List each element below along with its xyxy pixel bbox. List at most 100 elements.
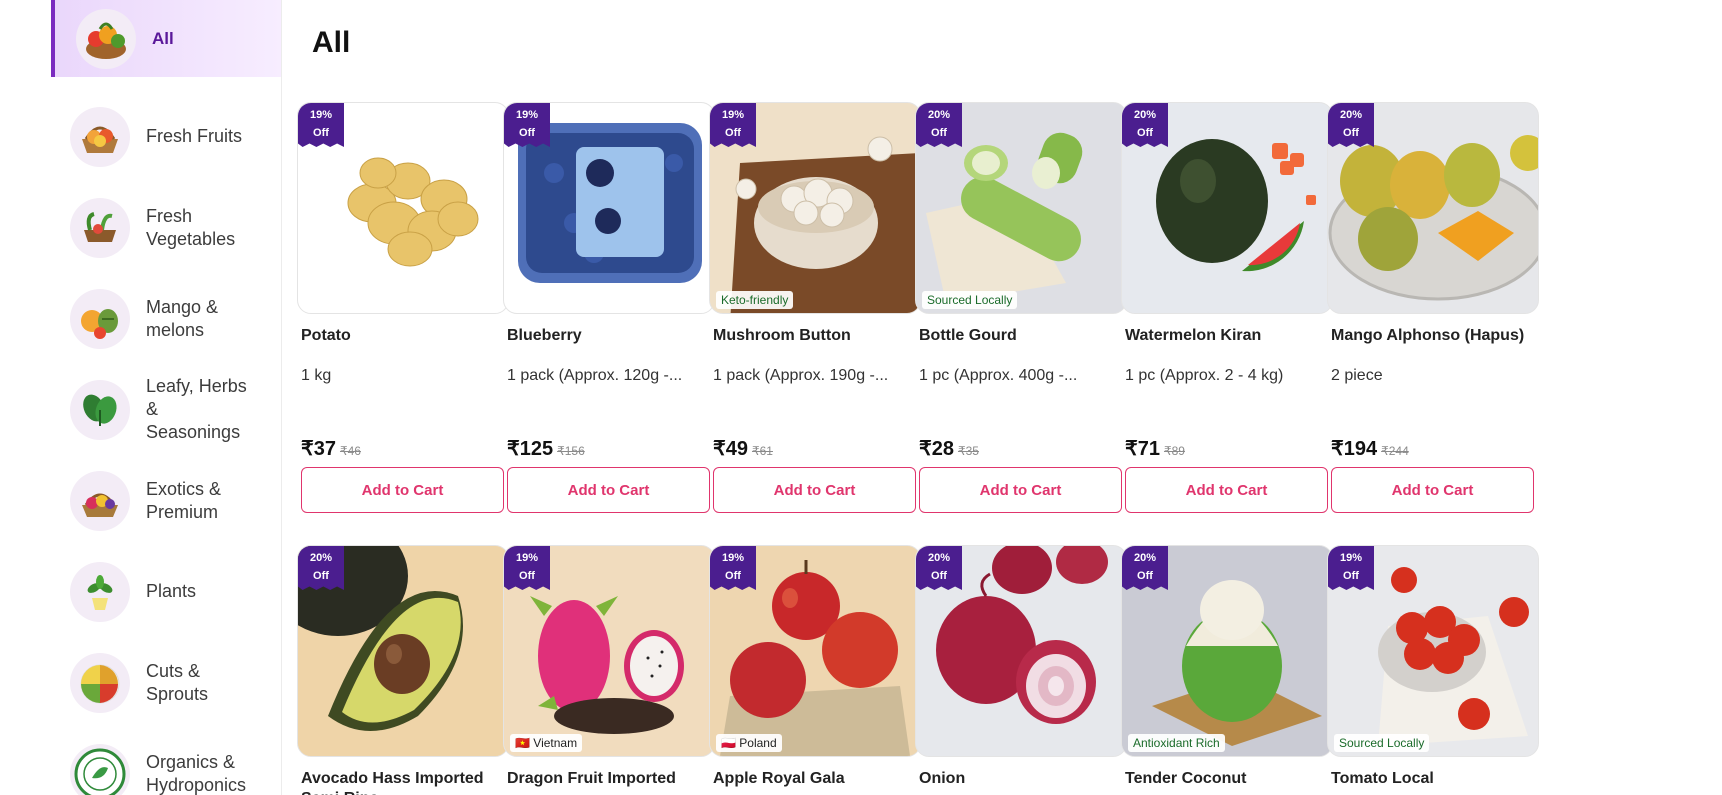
sidebar-item-label: Exotics & Premium: [146, 478, 222, 522]
product-name: Mushroom Button: [713, 327, 851, 344]
product-listing-page: All Fresh Fruits Fresh Vegetables Mango …: [0, 0, 1722, 795]
product-name: Blueberry: [507, 327, 582, 344]
product-tag: Antioxidant Rich: [1128, 734, 1225, 752]
category-sidebar: All Fresh Fruits Fresh Vegetables Mango …: [51, 0, 282, 795]
product-image[interactable]: 20% Off: [1121, 102, 1333, 314]
product-card[interactable]: 20%Off Avocado Hass Imported Semi Ripe: [297, 545, 509, 795]
product-price: ₹125 ₹156: [507, 438, 585, 460]
sidebar-item-fresh-vegetables[interactable]: Fresh Vegetables: [51, 182, 281, 273]
product-mrp: ₹156: [557, 444, 585, 458]
sidebar-item-organics[interactable]: Organics & Hydroponics: [51, 728, 281, 795]
product-image[interactable]: 19% Off: [503, 102, 715, 314]
product-tag: Sourced Locally: [922, 291, 1018, 309]
organic-seal-icon: [70, 743, 130, 795]
discount-badge: 20% Off: [916, 103, 962, 147]
product-mrp: ₹46: [339, 444, 361, 458]
discount-badge: 19% Off: [504, 103, 550, 147]
product-name: Dragon Fruit Imported: [507, 770, 676, 787]
discount-badge: 19% Off: [504, 546, 550, 590]
discount-badge: 20% Off: [298, 546, 344, 590]
product-name: Mango Alphonso (Hapus): [1331, 327, 1525, 344]
product-image[interactable]: 20% Off Antioxidant Rich: [1121, 545, 1333, 757]
add-to-cart-button[interactable]: Add to Cart: [1125, 467, 1328, 513]
sidebar-item-exotics-premium[interactable]: Exotics & Premium: [51, 455, 281, 546]
add-to-cart-button[interactable]: Add to Cart: [301, 467, 504, 513]
sidebar-item-all[interactable]: All: [51, 0, 281, 77]
product-card[interactable]: 19% Off Blueberry 1 pack (Approx. 120g -.…: [503, 102, 715, 513]
fruit-basket-icon: [70, 106, 130, 167]
product-quantity: 1 pack (Approx. 120g -...: [507, 367, 683, 384]
add-to-cart-button[interactable]: Add to Cart: [1331, 467, 1534, 513]
product-mrp: ₹35: [957, 444, 979, 458]
vegetables-icon: [70, 197, 130, 258]
sidebar-item-label: Cuts & Sprouts: [146, 660, 209, 704]
product-quantity: 1 kg: [301, 367, 332, 384]
potted-plant-icon: [70, 561, 130, 622]
sidebar-item-label: Fresh Fruits: [146, 126, 243, 146]
product-card[interactable]: 20% Off Sourced Locally Bottle Gourd 1 pc…: [915, 102, 1127, 513]
spinach-icon: [70, 379, 130, 440]
discount-badge: 20% Off: [1328, 103, 1374, 147]
product-name: Bottle Gourd: [919, 327, 1017, 344]
product-tag: Keto-friendly: [716, 291, 794, 309]
product-card[interactable]: 20% Off Onion: [915, 545, 1127, 795]
sidebar-item-label: Leafy, Herbs & Seasonings: [146, 376, 247, 442]
product-mrp: ₹244: [1381, 444, 1409, 458]
product-name: Apple Royal Gala: [713, 770, 845, 787]
product-image[interactable]: 19% Off Sourced Locally: [1327, 545, 1539, 757]
product-image[interactable]: 20% Off: [1327, 102, 1539, 314]
page-title: All: [312, 26, 351, 59]
product-card[interactable]: 20% Off Mango Alphonso (Hapus) 2 piece ₹1…: [1327, 102, 1539, 513]
product-name: Tomato Local: [1331, 770, 1434, 787]
add-to-cart-button[interactable]: Add to Cart: [919, 467, 1122, 513]
product-image[interactable]: 20% Off: [297, 545, 509, 757]
product-tag: Sourced Locally: [1334, 734, 1430, 752]
sidebar-item-cuts-sprouts[interactable]: Cuts & Sprouts: [51, 637, 281, 728]
product-image[interactable]: 20% Off Sourced Locally: [915, 102, 1127, 314]
vegetable-basket-icon: [76, 8, 136, 69]
product-card[interactable]: 19% Off Keto-friendly Mushroom Button 1 p…: [709, 102, 921, 513]
product-card[interactable]: 19% Off Sourced Locally Tomato Local: [1327, 545, 1539, 795]
sidebar-item-mango-melons[interactable]: Mango & melons: [51, 273, 281, 364]
product-name: Tender Coconut: [1125, 770, 1247, 787]
sidebar-item-plants[interactable]: Plants: [51, 546, 281, 637]
product-name: Watermelon Kiran: [1125, 327, 1262, 344]
product-card[interactable]: 19% Off Potato 1 kg ₹37 ₹46 Add to Cart: [297, 102, 509, 513]
product-image[interactable]: 19% Off: [297, 102, 509, 314]
product-price: ₹194 ₹244: [1331, 438, 1409, 460]
add-to-cart-button[interactable]: Add to Cart: [507, 467, 710, 513]
sprouts-bowl-icon: [70, 652, 130, 713]
product-image[interactable]: 19% Off Keto-friendly: [709, 102, 921, 314]
sidebar-item-label: Organics & Hydroponics: [146, 751, 247, 795]
add-to-cart-button[interactable]: Add to Cart: [713, 467, 916, 513]
discount-badge: 19% Off: [298, 103, 344, 147]
product-mrp: ₹89: [1163, 444, 1185, 458]
product-card[interactable]: 19% Off 🇵🇱 Poland Apple Royal Gala: [709, 545, 921, 795]
product-name: Onion: [919, 770, 966, 787]
sidebar-item-label: Fresh Vegetables: [146, 205, 236, 249]
sidebar-item-label: Plants: [146, 581, 197, 601]
sidebar-item-leafy-herbs[interactable]: Leafy, Herbs & Seasonings: [51, 364, 281, 455]
product-mrp: ₹61: [751, 444, 773, 458]
product-price: ₹28 ₹35: [919, 438, 979, 460]
product-card[interactable]: 20% Off Antioxidant Rich Tender Coconut: [1121, 545, 1333, 795]
product-price: ₹71 ₹89: [1125, 438, 1185, 460]
product-quantity: 2 piece: [1331, 367, 1383, 384]
exotic-basket-icon: [70, 470, 130, 531]
discount-badge: 20% Off: [916, 546, 962, 590]
product-quantity: 1 pc (Approx. 2 - 4 kg): [1125, 367, 1284, 384]
sidebar-item-label: All: [152, 29, 174, 48]
sidebar-item-fresh-fruits[interactable]: Fresh Fruits: [51, 91, 281, 182]
mango-melon-icon: [70, 288, 130, 349]
product-card[interactable]: 19% Off 🇻🇳 Vietnam Dragon Fruit Imported: [503, 545, 715, 795]
discount-badge: 19% Off: [710, 546, 756, 590]
product-name: Potato: [301, 327, 351, 344]
product-name: Avocado Hass Imported Semi Ripe: [301, 770, 484, 795]
discount-badge: 19% Off: [710, 103, 756, 147]
product-image[interactable]: 19% Off 🇵🇱 Poland: [709, 545, 921, 757]
product-card[interactable]: 20% Off Watermelon Kiran 1 pc (Approx. 2 …: [1121, 102, 1333, 513]
product-quantity: 1 pc (Approx. 400g -...: [919, 367, 1078, 384]
product-image[interactable]: 20% Off: [915, 545, 1127, 757]
product-price: ₹49 ₹61: [713, 438, 773, 460]
product-image[interactable]: 19% Off 🇻🇳 Vietnam: [503, 545, 715, 757]
